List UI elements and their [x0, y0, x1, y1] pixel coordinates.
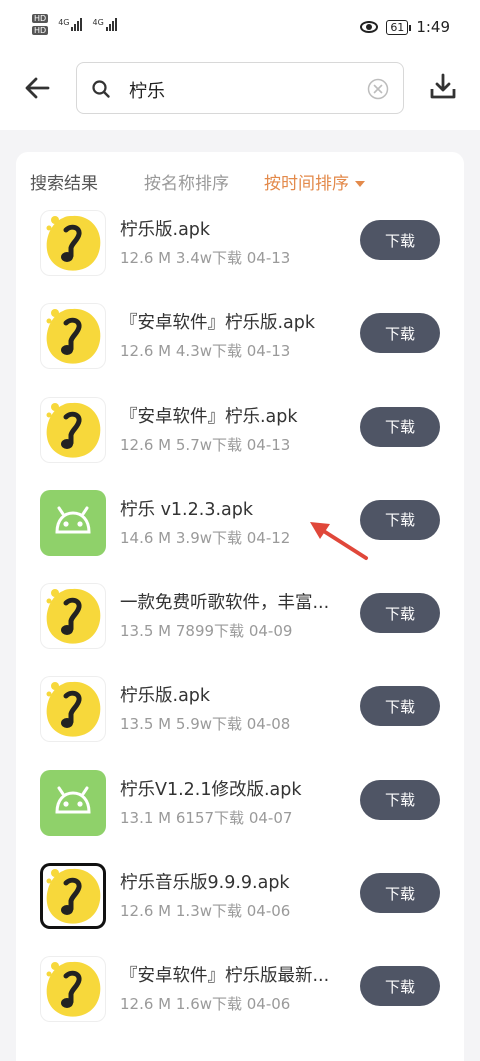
search-input[interactable]: 柠乐 — [76, 62, 404, 114]
download-button[interactable]: 下载 — [360, 220, 440, 260]
app-icon — [40, 303, 106, 370]
download-button[interactable]: 下载 — [360, 686, 440, 727]
android-icon — [55, 506, 91, 534]
back-arrow-icon[interactable] — [22, 72, 54, 104]
file-meta: 13.5 M 7899下载 04-09 — [120, 622, 293, 641]
status-bar: HD HD 4G 4G 61 1:49 — [0, 0, 480, 58]
app-icon — [40, 769, 106, 836]
signal-icon: 4G — [58, 18, 83, 31]
file-name: 『安卓软件』柠乐版最新... — [120, 966, 330, 987]
app-icon — [40, 583, 106, 650]
list-item[interactable]: 『安卓软件』柠乐版.apk 12.6 M 4.3w下载 04-13 下载 — [16, 289, 464, 382]
android-icon — [55, 786, 91, 814]
list-item[interactable]: 柠乐版.apk 12.6 M 3.4w下载 04-13 下载 — [16, 196, 464, 289]
tab-sort-by-time-label: 按时间排序 — [264, 174, 349, 194]
file-meta: 12.6 M 3.4w下载 04-13 — [120, 249, 291, 267]
battery-icon: 61 — [386, 19, 412, 35]
download-icon[interactable] — [428, 72, 458, 102]
lemon-music-icon — [46, 962, 101, 1017]
lemon-music-icon — [46, 589, 101, 644]
file-name: 『安卓软件』柠乐版.apk — [120, 313, 316, 334]
download-button[interactable]: 下载 — [360, 966, 440, 1007]
lemon-music-icon — [46, 682, 101, 738]
list-item[interactable]: 柠乐V1.2.1修改版.apk 13.1 M 6157下载 04-07 下载 — [16, 756, 464, 849]
app-icon — [40, 210, 106, 276]
list-item[interactable]: 『安卓软件』柠乐版最新... 12.6 M 1.6w下载 04-06 下载 — [16, 942, 464, 1035]
list-item[interactable]: 柠乐版.apk 13.5 M 5.9w下载 04-08 下载 — [16, 662, 464, 755]
network-type: 4G — [92, 18, 104, 27]
result-list: 柠乐版.apk 12.6 M 3.4w下载 04-13 下载 『安卓软件』柠乐版… — [16, 196, 464, 1036]
file-meta: 13.5 M 5.9w下载 04-08 — [120, 715, 291, 734]
annotation-arrow-icon — [300, 512, 380, 564]
list-item[interactable]: 柠乐音乐版9.9.9.apk 12.6 M 1.3w下载 04-06 下载 — [16, 849, 464, 942]
search-header: 柠乐 — [0, 58, 480, 130]
file-name: 柠乐音乐版9.9.9.apk — [120, 873, 290, 894]
results-card: 搜索结果 按名称排序 按时间排序 柠乐版.apk 12.6 M 3.4w下载 0… — [16, 152, 464, 1061]
search-query[interactable]: 柠乐 — [129, 77, 165, 103]
file-meta: 12.6 M 5.7w下载 04-13 — [120, 435, 291, 454]
lemon-music-icon — [46, 215, 101, 271]
tab-results[interactable]: 搜索结果 — [30, 169, 98, 194]
app-icon — [40, 956, 106, 1023]
app-icon — [40, 396, 106, 463]
list-item[interactable]: 『安卓软件』柠乐.apk 12.6 M 5.7w下载 04-13 下载 — [16, 383, 464, 476]
file-meta: 14.6 M 3.9w下载 04-12 — [120, 528, 291, 547]
list-item[interactable]: 一款免费听歌软件，丰富... 13.5 M 7899下载 04-09 下载 — [16, 569, 464, 662]
file-meta: 12.6 M 4.3w下载 04-13 — [120, 342, 291, 361]
app-icon — [40, 863, 106, 930]
search-icon — [91, 79, 111, 99]
app-icon — [40, 489, 106, 556]
eye-icon — [360, 21, 379, 33]
file-meta: 12.6 M 1.6w下载 04-06 — [120, 995, 291, 1014]
download-button[interactable]: 下载 — [360, 593, 440, 634]
app-icon — [40, 676, 106, 743]
download-button[interactable]: 下载 — [360, 406, 440, 447]
file-meta: 12.6 M 1.3w下载 04-06 — [120, 902, 291, 921]
lemon-music-icon — [46, 869, 101, 924]
download-button[interactable]: 下载 — [360, 873, 440, 914]
lemon-music-icon — [46, 402, 101, 458]
file-name: 一款免费听歌软件，丰富... — [120, 593, 330, 614]
file-name: 柠乐 v1.2.3.apk — [120, 499, 253, 520]
network-type: 4G — [58, 18, 70, 27]
lemon-music-icon — [46, 309, 101, 364]
file-name: 柠乐版.apk — [120, 220, 211, 240]
clear-icon[interactable] — [367, 78, 389, 100]
signal-icon: 4G — [92, 18, 117, 31]
file-name: 『安卓软件』柠乐.apk — [120, 406, 298, 427]
tab-sort-by-name[interactable]: 按名称排序 — [144, 169, 229, 194]
file-meta: 13.1 M 6157下载 04-07 — [120, 808, 293, 827]
file-name: 柠乐版.apk — [120, 686, 211, 707]
tab-sort-by-time[interactable]: 按时间排序 — [264, 169, 365, 194]
hd-badge: HD — [32, 26, 49, 35]
clock: 1:49 — [416, 18, 450, 36]
file-name: 柠乐V1.2.1修改版.apk — [120, 779, 302, 800]
download-button[interactable]: 下载 — [360, 313, 440, 354]
download-button[interactable]: 下载 — [360, 779, 440, 820]
network-indicators: HD HD 4G 4G — [32, 14, 117, 35]
caret-down-icon — [355, 181, 365, 187]
list-item[interactable]: 柠乐 v1.2.3.apk 14.6 M 3.9w下载 04-12 下载 — [16, 476, 464, 569]
hd-badge: HD — [32, 14, 49, 23]
